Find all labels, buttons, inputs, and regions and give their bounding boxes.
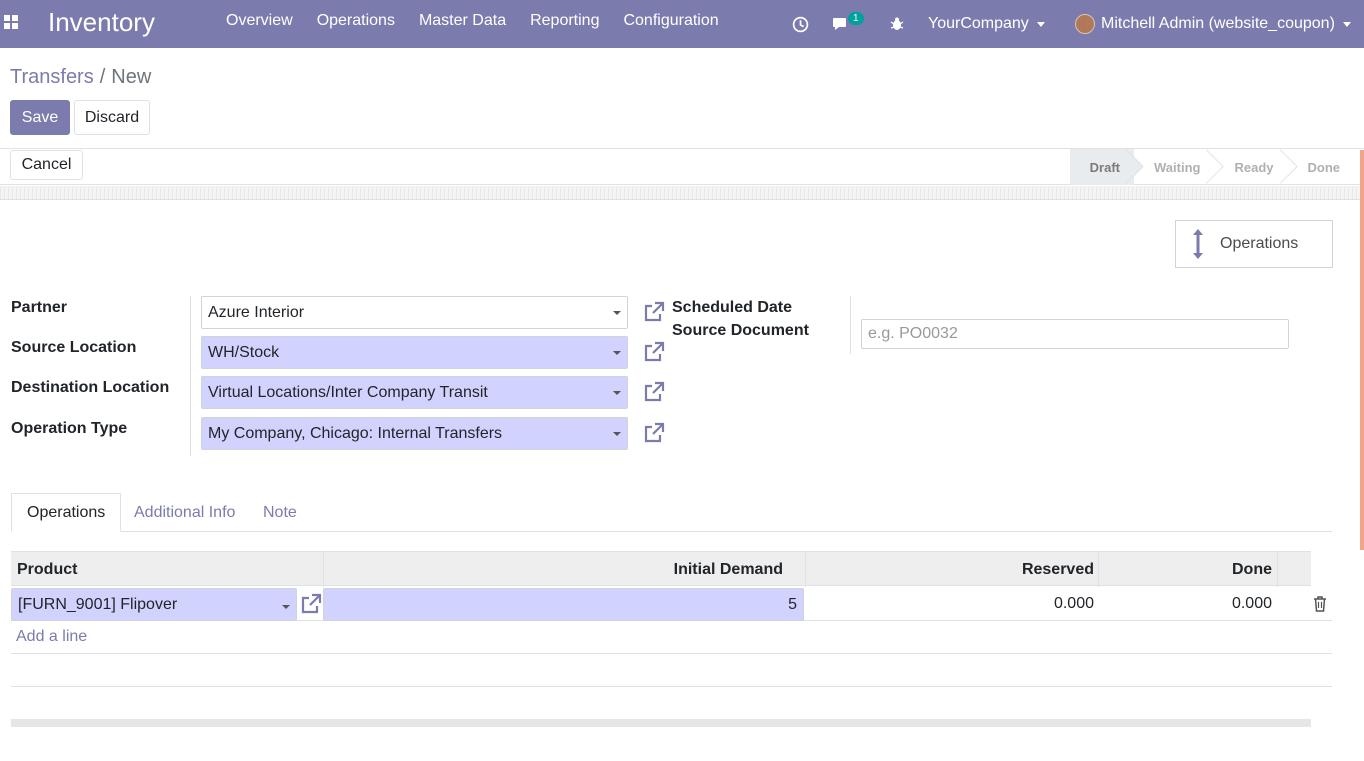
chevron-down-icon[interactable] — [282, 605, 290, 609]
move-lines-table: Product Initial Demand Reserved Done [FU… — [11, 551, 1332, 621]
initial-demand-field[interactable]: 5 — [323, 588, 804, 621]
external-link-icon[interactable] — [642, 340, 666, 364]
vertical-arrows-icon — [1188, 228, 1208, 260]
column-separator — [1277, 552, 1278, 587]
user-menu[interactable]: Mitchell Admin (website_coupon) — [1075, 0, 1351, 48]
scheduled-date-label: Scheduled Date — [672, 299, 793, 316]
chevron-down-icon — [1036, 21, 1045, 27]
source-location-field[interactable]: WH/Stock — [201, 336, 628, 369]
company-switcher[interactable]: YourCompany — [928, 0, 1045, 48]
external-link-icon[interactable] — [642, 300, 666, 324]
initial-demand-value: 5 — [788, 595, 797, 613]
bug-icon[interactable] — [889, 0, 905, 48]
menu-reporting[interactable]: Reporting — [530, 12, 599, 30]
stage-draft: Draft — [1069, 149, 1135, 185]
chevron-down-icon[interactable] — [613, 311, 621, 315]
main-menu: Overview Operations Master Data Reportin… — [226, 12, 743, 30]
add-line-link[interactable]: Add a line — [16, 628, 87, 646]
breadcrumb-transfers[interactable]: Transfers — [10, 66, 94, 88]
stage-done: Done — [1307, 159, 1341, 175]
column-header-product[interactable]: Product — [17, 552, 77, 587]
chevron-down-icon[interactable] — [613, 351, 621, 355]
chevron-down-icon[interactable] — [613, 432, 621, 436]
smart-button-label: Operations — [1220, 235, 1299, 252]
operations-smart-button[interactable]: Operations — [1175, 220, 1333, 268]
app-brand[interactable]: Inventory — [48, 7, 155, 38]
operation-type-field[interactable]: My Company, Chicago: Internal Transfers — [201, 417, 628, 450]
top-navbar: Inventory Overview Operations Master Dat… — [0, 0, 1364, 48]
source-location-value: WH/Stock — [208, 343, 280, 361]
cancel-button[interactable]: Cancel — [10, 150, 83, 180]
product-value: [FURN_9001] Flipover — [18, 595, 178, 613]
apps-icon[interactable] — [4, 15, 18, 29]
done-value: 0.000 — [1231, 595, 1272, 612]
table-row[interactable]: [FURN_9001] Flipover 5 0.000 0.000 — [11, 587, 1332, 621]
breadcrumb-current: New — [111, 66, 152, 88]
chevron-down-icon — [1342, 21, 1351, 27]
source-document-input[interactable]: e.g. PO0032 — [861, 319, 1289, 349]
stage-waiting: Waiting — [1134, 149, 1214, 185]
partner-label: Partner — [11, 299, 68, 316]
user-name: Mitchell Admin (website_coupon) — [1101, 15, 1335, 32]
chat-count-badge: 1 — [848, 11, 864, 25]
tab-note[interactable]: Note — [263, 493, 297, 532]
stage-ready: Ready — [1214, 149, 1287, 185]
trash-icon[interactable] — [1313, 596, 1327, 612]
partner-field[interactable]: Azure Interior — [201, 296, 628, 329]
table-row-divider — [11, 686, 1332, 687]
label-separator — [850, 296, 851, 354]
external-link-icon[interactable] — [642, 380, 666, 404]
scrollbar[interactable] — [1360, 150, 1364, 550]
notebook-tabs: Operations Additional Info Note — [11, 493, 1332, 532]
operation-type-value: My Company, Chicago: Internal Transfers — [208, 424, 503, 442]
table-header: Product Initial Demand Reserved Done — [11, 551, 1311, 587]
reserved-value: 0.000 — [1053, 595, 1094, 612]
destination-location-label: Destination Location — [11, 379, 170, 396]
external-link-icon[interactable] — [642, 421, 666, 445]
label-separator — [190, 296, 191, 456]
tab-additional-info[interactable]: Additional Info — [134, 493, 235, 532]
partner-value: Azure Interior — [208, 303, 305, 321]
menu-master-data[interactable]: Master Data — [419, 12, 506, 30]
product-field[interactable]: [FURN_9001] Flipover — [11, 588, 297, 621]
column-header-reserved[interactable]: Reserved — [806, 552, 1094, 587]
avatar — [1075, 14, 1095, 34]
stage-pipeline: Draft Waiting Ready Done — [1069, 149, 1354, 185]
source-document-label: Source Document — [672, 322, 809, 339]
column-header-done[interactable]: Done — [1099, 552, 1272, 587]
source-location-label: Source Location — [11, 339, 137, 356]
breadcrumb-separator: / — [99, 66, 106, 88]
tab-operations[interactable]: Operations — [11, 493, 122, 532]
table-row-divider — [11, 653, 1332, 654]
menu-operations[interactable]: Operations — [317, 12, 395, 30]
status-bar: Cancel Draft Waiting Ready Done — [0, 149, 1364, 185]
menu-configuration[interactable]: Configuration — [623, 12, 718, 30]
menu-overview[interactable]: Overview — [226, 12, 293, 30]
destination-location-value: Virtual Locations/Inter Company Transit — [208, 383, 488, 401]
form-top-stripe — [0, 186, 1364, 200]
chat-icon[interactable]: 1 — [832, 0, 864, 48]
breadcrumb: Transfers / New — [10, 66, 151, 89]
column-header-initial-demand[interactable]: Initial Demand — [324, 552, 783, 587]
table-footer — [11, 719, 1311, 727]
save-button[interactable]: Save — [10, 100, 70, 135]
clock-icon[interactable] — [792, 0, 809, 48]
chevron-down-icon[interactable] — [613, 391, 621, 395]
operation-type-label: Operation Type — [11, 420, 128, 437]
destination-location-field[interactable]: Virtual Locations/Inter Company Transit — [201, 376, 628, 409]
external-link-icon[interactable] — [299, 592, 323, 616]
discard-button[interactable]: Discard — [74, 100, 150, 135]
company-name: YourCompany — [928, 15, 1029, 32]
